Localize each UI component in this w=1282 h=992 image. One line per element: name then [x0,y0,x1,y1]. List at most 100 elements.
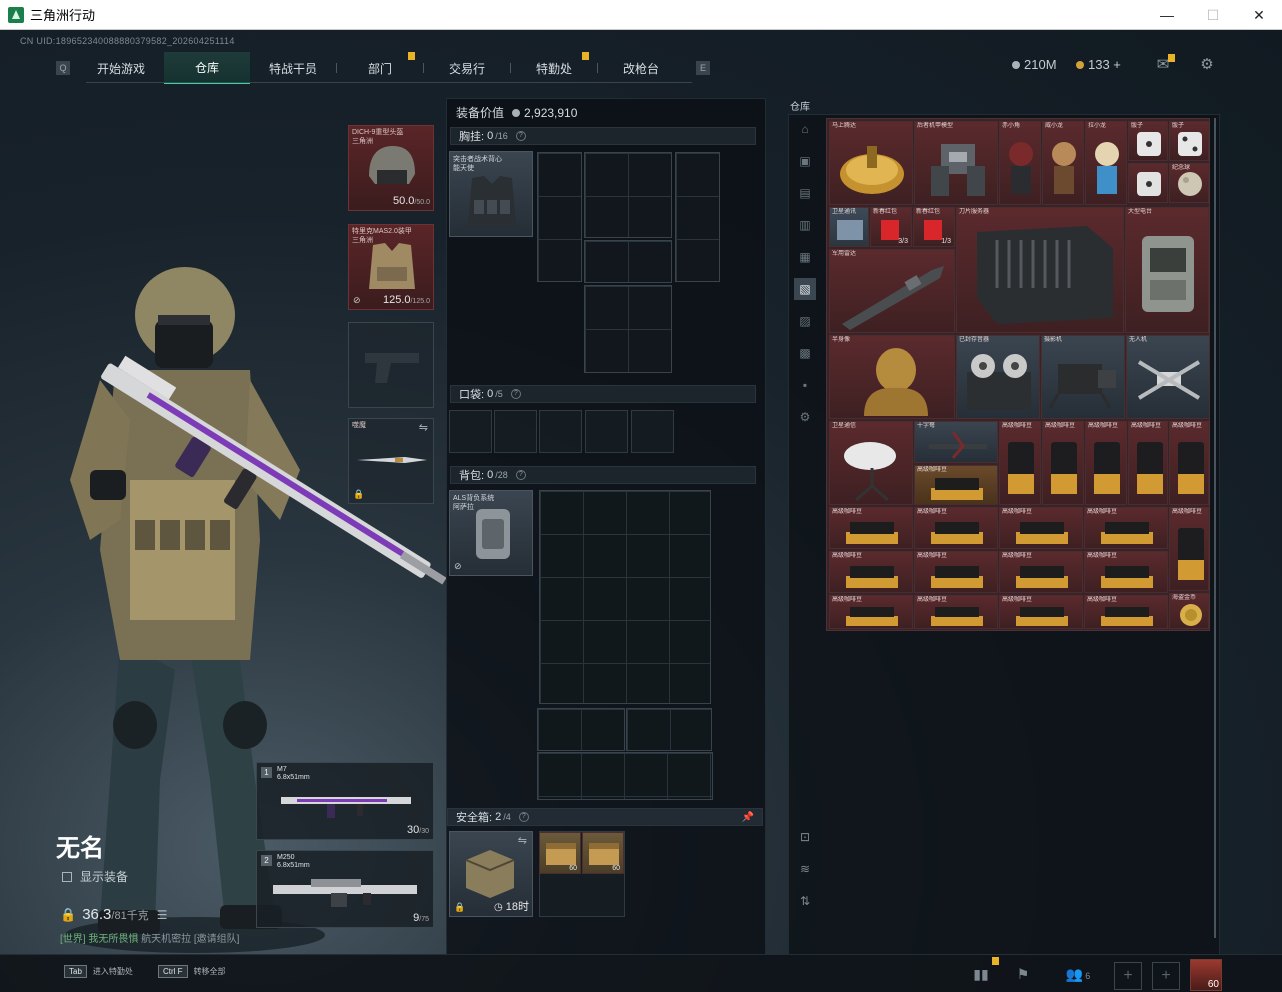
warehouse-item[interactable]: 高级咖啡豆 [829,507,913,549]
secondary-weapon-slot[interactable]: 2 M250 6.8x51mm 9/75 [256,850,434,928]
close-button[interactable]: ✕ [1236,0,1282,30]
warehouse-item[interactable]: 海盗金币 [1169,593,1209,629]
maximize-button[interactable]: ☐ [1190,0,1236,30]
warehouse-item[interactable]: 新春红包 1/3 [913,207,955,247]
add-squad-slot-button[interactable]: + [1114,962,1142,990]
chat-invite-link[interactable]: [邀请组队] [194,934,240,945]
flag-icon[interactable]: ⚑ [1012,963,1034,985]
tab-special-ops[interactable]: 特勤处 [511,52,597,84]
hint-transfer-all[interactable]: Ctrl F 转移全部 [158,965,226,978]
swap-icon[interactable]: ⇋ [419,421,428,434]
help-icon[interactable]: ? [515,470,526,480]
chest-rig-item[interactable]: 突击者战术背心 能天使 [449,151,533,237]
melee-slot[interactable]: 噬魔 ⇋ 🔒 [348,418,434,504]
warehouse-item[interactable]: 纪念球 [1169,163,1209,203]
valuables-tab-icon[interactable]: ▧ [794,278,816,300]
warehouse-item[interactable]: 拉小龙 [1085,121,1127,205]
tab-start-game[interactable]: 开始游戏 [78,52,164,84]
nav-next-key[interactable]: E [696,61,710,75]
tab-trade[interactable]: 交易行 [424,52,510,84]
medical-tab-icon[interactable]: ▥ [794,214,816,236]
warehouse-item[interactable]: 卫星通信 [829,421,913,505]
help-icon[interactable]: ? [515,131,526,141]
pocket-slot[interactable] [449,410,492,453]
chest-grid-3[interactable] [675,152,720,282]
warehouse-item[interactable] [1128,163,1168,203]
warehouse-item[interactable]: 卫星通讯 [829,207,869,247]
help-icon[interactable]: ? [510,389,521,399]
sort-icon[interactable]: ⇅ [794,894,816,916]
warehouse-item[interactable]: 高级咖啡豆 [1169,421,1209,505]
warehouse-item[interactable]: 高级咖啡豆 [1042,421,1084,505]
backpack-grid-1[interactable] [539,490,711,704]
pocket-slot[interactable] [585,410,628,453]
backpack-item[interactable]: ALS背负系统 阿萨拉 ⊘ [449,490,533,576]
backpack-grid-4[interactable] [537,752,713,800]
squad-icon[interactable]: 👥 6 [1060,963,1096,985]
pin-icon[interactable]: 📌 [742,812,754,823]
warehouse-item[interactable]: 高级咖啡豆 [1084,507,1168,549]
tab-gunsmith[interactable]: 改枪台 [598,52,684,84]
layers-icon[interactable]: ≋ [794,862,816,884]
hint-enter-special-ops[interactable]: Tab 进入特勤处 [64,965,133,978]
ammo-tab-icon[interactable]: ▣ [794,150,816,172]
warehouse-item[interactable]: 高级咖啡豆 [1169,507,1209,591]
nav-prev-key[interactable]: Q [56,61,70,75]
backpack-grid-2[interactable] [537,708,625,751]
warehouse-item[interactable]: 半身像 [829,335,955,419]
chest-grid-2[interactable] [584,152,672,238]
warehouse-item[interactable]: 高级咖啡豆 [1084,595,1168,629]
tab-warehouse[interactable]: 仓库 [164,52,250,84]
warehouse-item[interactable]: 高级咖啡豆 [914,465,998,505]
warehouse-item[interactable]: 高级咖啡豆 [999,595,1083,629]
warehouse-item[interactable]: 高级咖啡豆 [1128,421,1168,505]
minimize-button[interactable]: — [1144,0,1190,30]
pocket-slot[interactable] [631,410,674,453]
checkbox[interactable] [62,871,72,882]
player-avatar[interactable]: 60 [1190,959,1222,991]
ammo-box-item[interactable]: 60 [582,832,624,874]
warehouse-item[interactable]: 已封存音器 [956,335,1040,419]
warehouse-item[interactable]: 高级咖啡豆 [999,507,1083,549]
chest-grid-5[interactable] [584,285,672,373]
warehouse-item[interactable]: 高级咖啡豆 [1084,551,1168,593]
warehouse-item[interactable]: 高级咖啡豆 [914,507,998,549]
list-icon[interactable]: ☰ [157,908,168,922]
warehouse-scrollbar[interactable] [1214,118,1216,938]
warehouse-item[interactable]: 大型电台 [1125,207,1209,333]
chat-line[interactable]: [世界] 我无所畏惧 航天机密拉 [邀请组队] [60,930,239,945]
misc-tab-icon[interactable]: ▪ [794,374,816,396]
warehouse-item[interactable]: 赤小角 [999,121,1041,205]
warehouse-item[interactable]: 马上腾达 [829,121,913,205]
chest-grid-4[interactable] [584,240,672,283]
warehouse-item[interactable]: 威小龙 [1042,121,1084,205]
warehouse-item[interactable]: 刀片服务器 [956,207,1124,333]
warehouse-item[interactable]: 新春红包 3/3 [870,207,912,247]
warehouse-item[interactable]: 高级咖啡豆 [999,421,1041,505]
tab-operators[interactable]: 特战干员 [250,52,336,84]
warehouse-item[interactable]: 高级咖啡豆 [999,551,1083,593]
primary-weapon-slot[interactable]: 1 M7 6.8x51mm 30/30 [256,762,434,840]
mods-tab-icon[interactable]: ▨ [794,310,816,332]
settings-tab-icon[interactable]: ⚙ [794,406,816,428]
stats-chart-icon[interactable]: ▮▮ [970,963,992,985]
warehouse-item[interactable]: 无人机 [1126,335,1210,419]
warehouse-item[interactable]: 军用雷达 [829,249,955,333]
add-squad-slot-button[interactable]: + [1152,962,1180,990]
helmet-slot[interactable]: DICH-9重型头盔 三角洲 50.0/50.0 [348,125,434,211]
warehouse-item[interactable]: 十字弩 [914,421,998,463]
warehouse-item[interactable]: 骰子 [1128,121,1168,161]
armor-slot[interactable]: 特里克MAS2.0装甲 三角洲 ⊘ 125.0/125.0 [348,224,434,310]
settings-gear-icon[interactable]: ⚙ [1198,56,1216,74]
gear-tab-icon[interactable]: ▤ [794,182,816,204]
warehouse-item[interactable]: 后者机甲模型 [914,121,998,205]
warehouse-item[interactable]: 高级咖啡豆 [1085,421,1127,505]
warehouse-item[interactable]: 高级咖啡豆 [914,551,998,593]
warehouse-item[interactable]: 高级咖啡豆 [914,595,998,629]
warehouse-item[interactable]: 高级咖啡豆 [829,551,913,593]
chest-grid-1[interactable] [537,152,582,282]
pocket-slot[interactable] [539,410,582,453]
show-equipment-toggle[interactable]: 显示装备 [62,868,128,885]
home-icon[interactable]: ⌂ [794,118,816,140]
ammo-box-item[interactable]: 60 [539,832,581,874]
